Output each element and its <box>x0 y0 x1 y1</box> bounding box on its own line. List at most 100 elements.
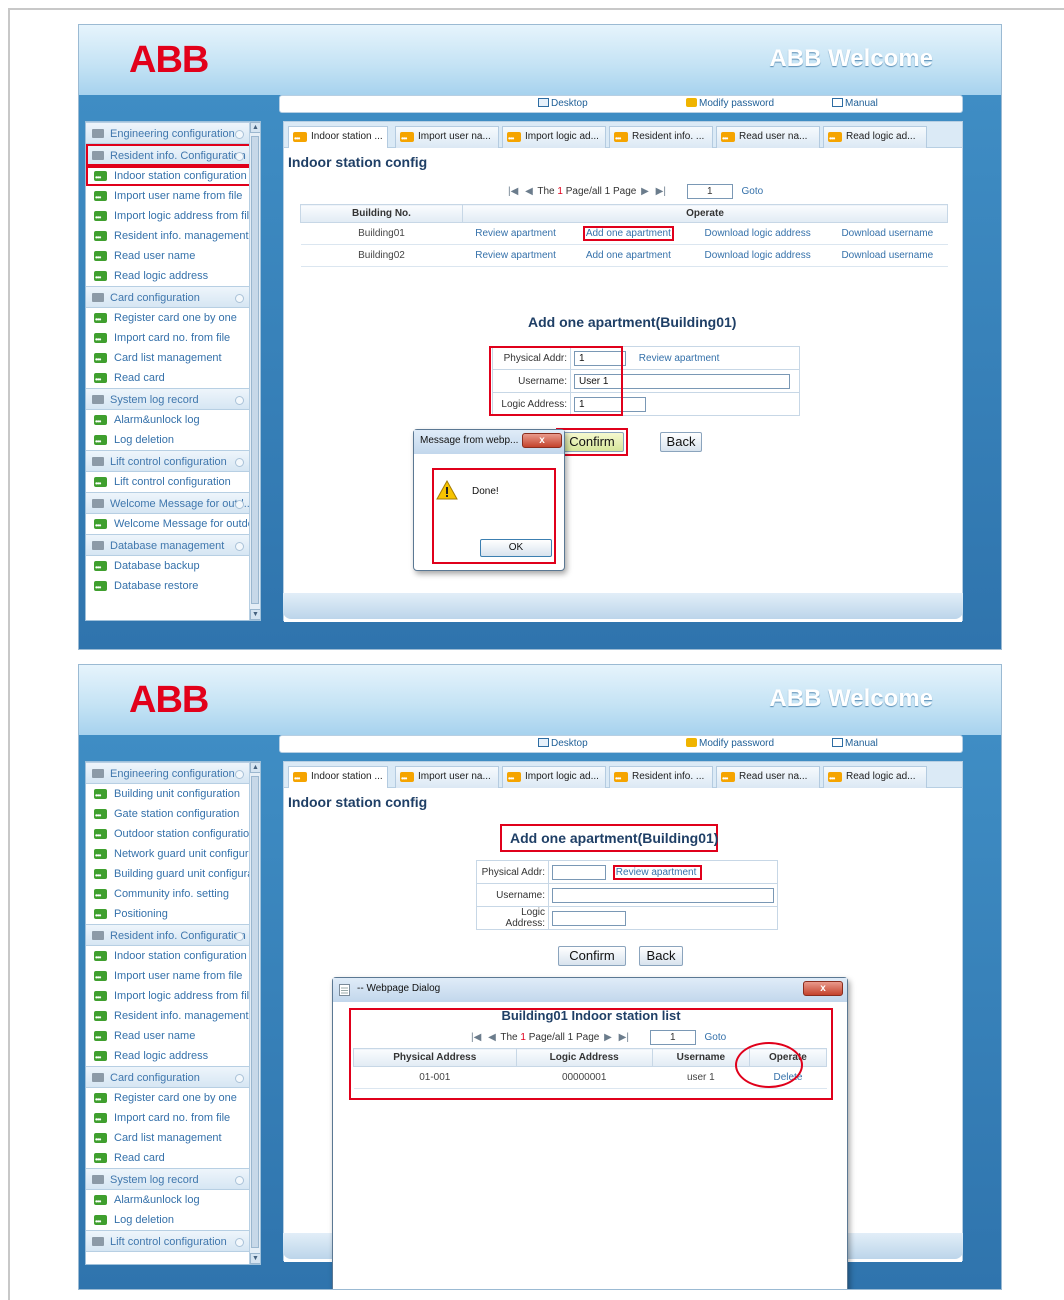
next-page-icon[interactable]: ▶ <box>604 1032 612 1043</box>
sidebar-item-register-card[interactable]: Register card one by one <box>86 1088 260 1108</box>
manual-link[interactable]: Manual <box>832 738 878 749</box>
sidebar-item-read-user[interactable]: Read user name <box>86 246 260 266</box>
tab-read-user[interactable]: Read user na... <box>716 766 820 788</box>
sidebar-item-indoor-station[interactable]: Indoor station configuration <box>86 946 260 966</box>
modify-password-link[interactable]: Modify password <box>686 98 774 109</box>
review-apartment-link[interactable]: Review apartment <box>462 222 569 245</box>
tab-import-user[interactable]: Import user na... <box>395 766 499 788</box>
scroll-down-icon[interactable]: ▼ <box>250 609 260 620</box>
page-number-input[interactable]: 1 <box>649 1030 696 1045</box>
page-number-input[interactable]: 1 <box>686 184 733 199</box>
sidebar-item-log-deletion[interactable]: Log deletion <box>86 1210 260 1230</box>
sidebar-group-database[interactable]: Database management <box>86 534 260 556</box>
sidebar-group-lift[interactable]: Lift control configuration <box>86 450 260 472</box>
scroll-thumb[interactable] <box>251 776 259 1248</box>
download-logic-link[interactable]: Download logic address <box>688 222 828 245</box>
collapse-icon[interactable] <box>235 294 244 303</box>
sidebar-group-card[interactable]: Card configuration <box>86 1066 260 1088</box>
sidebar-group-engineering[interactable]: Engineering configuration <box>86 122 260 144</box>
back-button[interactable]: Back <box>639 946 683 966</box>
tab-resident-info[interactable]: Resident info. ... <box>609 126 713 148</box>
sidebar-group-welcome[interactable]: Welcome Message for outd... <box>86 492 260 514</box>
add-one-apartment-link[interactable]: Add one apartment <box>568 244 689 267</box>
sidebar-item-import-user[interactable]: Import user name from file <box>86 186 260 206</box>
username-input[interactable] <box>552 887 774 903</box>
sidebar-group-syslog[interactable]: System log record <box>86 388 260 410</box>
sidebar-item-db-restore[interactable]: Database restore <box>86 576 260 596</box>
sidebar-group-engineering[interactable]: Engineering configuration <box>86 762 260 784</box>
first-page-icon[interactable]: |◀ <box>471 1032 481 1043</box>
sidebar-group-card[interactable]: Card configuration <box>86 286 260 308</box>
sidebar-item-indoor-station[interactable]: Indoor station configuration <box>86 166 260 186</box>
collapse-icon[interactable] <box>235 542 244 551</box>
sidebar-group-syslog[interactable]: System log record <box>86 1168 260 1190</box>
collapse-icon[interactable] <box>235 1074 244 1083</box>
review-apartment-link[interactable]: Review apartment <box>462 244 569 267</box>
close-icon[interactable]: x <box>803 981 843 996</box>
collapse-icon[interactable] <box>235 130 244 139</box>
sidebar-scrollbar[interactable]: ▲ ▼ <box>249 762 260 1264</box>
last-page-icon[interactable]: ▶| <box>656 186 666 197</box>
sidebar-item-building-guard[interactable]: Building guard unit configurat... <box>86 864 260 884</box>
sidebar-item-gate-station[interactable]: Gate station configuration <box>86 804 260 824</box>
sidebar-item-building-unit[interactable]: Building unit configuration <box>86 784 260 804</box>
tab-read-logic[interactable]: Read logic ad... <box>823 766 927 788</box>
sidebar-item-alarm-log[interactable]: Alarm&unlock log <box>86 410 260 430</box>
collapse-icon[interactable] <box>235 1176 244 1185</box>
sidebar-group-resident[interactable]: Resident info. Configuration <box>86 924 260 946</box>
last-page-icon[interactable]: ▶| <box>619 1032 629 1043</box>
back-button[interactable]: Back <box>660 432 702 452</box>
tab-indoor-station[interactable]: Indoor station ... <box>288 766 388 789</box>
confirm-button[interactable]: Confirm <box>558 946 626 966</box>
collapse-icon[interactable] <box>235 152 244 161</box>
desktop-link[interactable]: Desktop <box>538 738 588 749</box>
sidebar-item-log-deletion[interactable]: Log deletion <box>86 430 260 450</box>
logic-address-input[interactable] <box>552 910 626 926</box>
sidebar-item-resident-mgmt[interactable]: Resident info. management <box>86 226 260 246</box>
sidebar-item-positioning[interactable]: Positioning <box>86 904 260 924</box>
sidebar-item-welcome-msg[interactable]: Welcome Message for outdo... <box>86 514 260 534</box>
desktop-link[interactable]: Desktop <box>538 98 588 109</box>
goto-link[interactable]: Goto <box>742 186 764 197</box>
close-icon[interactable]: x <box>522 433 562 448</box>
prev-page-icon[interactable]: ◀ <box>525 186 533 197</box>
collapse-icon[interactable] <box>235 500 244 509</box>
sidebar-item-import-card[interactable]: Import card no. from file <box>86 328 260 348</box>
sidebar-item-lift-config[interactable]: Lift control configuration <box>86 472 260 492</box>
sidebar-item-read-card[interactable]: Read card <box>86 1148 260 1168</box>
collapse-icon[interactable] <box>235 1238 244 1247</box>
sidebar-item-import-logic[interactable]: Import logic address from file <box>86 206 260 226</box>
add-one-apartment-link[interactable]: Add one apartment <box>582 226 674 241</box>
manual-link[interactable]: Manual <box>832 98 878 109</box>
scroll-up-icon[interactable]: ▲ <box>250 122 260 133</box>
collapse-icon[interactable] <box>235 932 244 941</box>
tab-read-user[interactable]: Read user na... <box>716 126 820 148</box>
sidebar-item-read-user[interactable]: Read user name <box>86 1026 260 1046</box>
goto-link[interactable]: Goto <box>705 1032 727 1043</box>
sidebar-item-read-card[interactable]: Read card <box>86 368 260 388</box>
sidebar-scrollbar[interactable]: ▲ ▼ <box>249 122 260 620</box>
tab-import-user[interactable]: Import user na... <box>395 126 499 148</box>
collapse-icon[interactable] <box>235 770 244 779</box>
sidebar-item-card-list[interactable]: Card list management <box>86 1128 260 1148</box>
sidebar-item-read-logic[interactable]: Read logic address <box>86 1046 260 1066</box>
ok-button[interactable]: OK <box>480 539 552 557</box>
sidebar-item-read-logic[interactable]: Read logic address <box>86 266 260 286</box>
review-apartment-link[interactable]: Review apartment <box>612 864 703 880</box>
physical-addr-input[interactable] <box>552 864 606 880</box>
download-username-link[interactable]: Download username <box>827 244 948 267</box>
sidebar-item-alarm-log[interactable]: Alarm&unlock log <box>86 1190 260 1210</box>
tab-resident-info[interactable]: Resident info. ... <box>609 766 713 788</box>
sidebar-item-network-guard[interactable]: Network guard unit configurat... <box>86 844 260 864</box>
sidebar-group-lift[interactable]: Lift control configuration <box>86 1230 260 1252</box>
scroll-up-icon[interactable]: ▲ <box>250 762 260 773</box>
scroll-thumb[interactable] <box>251 136 259 604</box>
confirm-button[interactable]: Confirm <box>560 432 624 452</box>
tab-indoor-station[interactable]: Indoor station ... <box>288 126 388 149</box>
download-username-link[interactable]: Download username <box>827 222 948 245</box>
collapse-icon[interactable] <box>235 396 244 405</box>
sidebar-item-card-list[interactable]: Card list management <box>86 348 260 368</box>
modify-password-link[interactable]: Modify password <box>686 738 774 749</box>
review-apartment-link[interactable]: Review apartment <box>639 353 720 364</box>
sidebar-item-resident-mgmt[interactable]: Resident info. management <box>86 1006 260 1026</box>
